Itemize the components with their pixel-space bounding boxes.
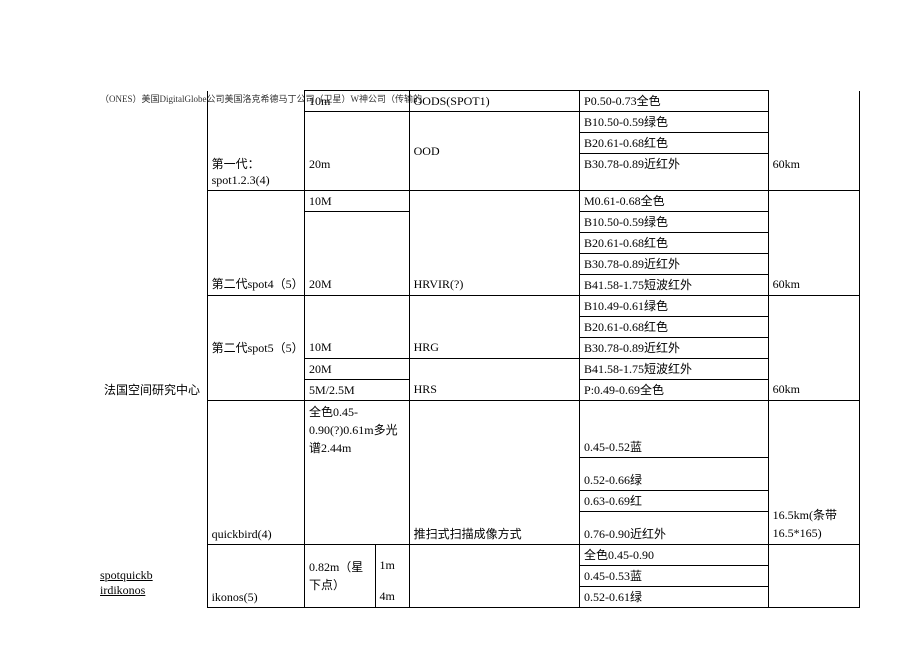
r14c3: 5M/2.5M xyxy=(304,379,409,400)
bottom-label: spotquickbirdikonos xyxy=(100,568,155,598)
r2c4: OOD xyxy=(409,112,579,191)
ik-r1c5: 全色0.45-0.90 xyxy=(580,544,769,565)
r12c3: 10M xyxy=(304,337,409,358)
gen1-cell: 第一代：spot1.2.3(4) xyxy=(207,154,304,191)
org-cell: 法国空间研究中心 xyxy=(100,91,207,401)
r1c4: OODS(SPOT1) xyxy=(409,91,579,112)
r6c3-empty xyxy=(304,211,409,274)
r14c6: 60km xyxy=(768,379,859,400)
r4c3: 20m xyxy=(304,154,409,191)
r9c4: HRVIR(?) xyxy=(409,274,579,295)
r10c4-empty xyxy=(409,295,579,337)
org-label: 法国空间研究中心 xyxy=(104,383,200,397)
qb-r4c5: 0.76-0.90近红外 xyxy=(580,511,769,544)
qb-c4: 推扫式扫描成像方式 xyxy=(409,400,579,544)
r8c5: B30.78-0.89近红外 xyxy=(580,253,769,274)
r2c5: B10.50-0.59绿色 xyxy=(580,112,769,133)
r5c6-empty xyxy=(768,190,859,274)
r12c4: HRG xyxy=(409,337,579,358)
qb-c3: 全色0.45-0.90(?)0.61m多光谱2.44m xyxy=(304,400,409,544)
r13c5: B41.58-1.75短波红外 xyxy=(580,358,769,379)
ik-r2c5: 0.45-0.53蓝 xyxy=(580,565,769,586)
r1c5: P0.50-0.73全色 xyxy=(580,91,769,112)
r14c5: P:0.49-0.69全色 xyxy=(580,379,769,400)
qb-c6: 16.5km(条带16.5*165) xyxy=(768,400,859,544)
r12c5: B30.78-0.89近红外 xyxy=(580,337,769,358)
r3c5: B20.61-0.68红色 xyxy=(580,133,769,154)
ik-c3a: 0.82m（星下点） xyxy=(304,544,375,607)
r9c6: 60km xyxy=(768,274,859,295)
satellite-table: 法国空间研究中心 10m OODS(SPOT1) P0.50-0.73全色 OO… xyxy=(100,90,860,608)
ik-cell: ikonos(5) xyxy=(207,544,304,607)
r2c3-empty xyxy=(304,112,409,154)
gen2b-cell: 第二代spot5（5） xyxy=(207,295,304,400)
r13c4-empty xyxy=(409,358,579,379)
r14c4: HRS xyxy=(409,379,579,400)
r10c3-empty xyxy=(304,295,409,337)
r6c5: B10.50-0.59绿色 xyxy=(580,211,769,232)
qb-r3c5: 0.63-0.69红 xyxy=(580,490,769,511)
ik-c3b-bot: 4m xyxy=(375,586,409,607)
r5c4-empty xyxy=(409,190,579,274)
gen2a-cell: 第二代spot4（5） xyxy=(207,274,304,295)
ik-c6-empty xyxy=(768,544,859,607)
r5c3: 10M xyxy=(304,190,409,211)
r9c3: 20M xyxy=(304,274,409,295)
r9c5: B41.58-1.75短波红外 xyxy=(580,274,769,295)
r7c5: B20.61-0.68红色 xyxy=(580,232,769,253)
gen2a-top xyxy=(207,190,304,274)
r11c5: B20.61-0.68红色 xyxy=(580,316,769,337)
r4c5: B30.78-0.89近红外 xyxy=(580,154,769,191)
ik-c4-empty xyxy=(409,544,579,607)
r13c3: 20M xyxy=(304,358,409,379)
r10c6-empty xyxy=(768,295,859,379)
qb-r1c5: 0.45-0.52蓝 xyxy=(580,400,769,457)
r1c6-empty xyxy=(768,91,859,154)
gen1-cell-top xyxy=(207,91,304,154)
r1c3: 10m xyxy=(304,91,409,112)
r10c5: B10.49-0.61绿色 xyxy=(580,295,769,316)
qb-r2c5: 0.52-0.66绿 xyxy=(580,457,769,490)
r5c5: M0.61-0.68全色 xyxy=(580,190,769,211)
ik-c3b-top: 1m xyxy=(375,544,409,586)
r4c6: 60km xyxy=(768,154,859,191)
ik-r3c5: 0.52-0.61绿 xyxy=(580,586,769,607)
qb-cell: quickbird(4) xyxy=(207,400,304,544)
